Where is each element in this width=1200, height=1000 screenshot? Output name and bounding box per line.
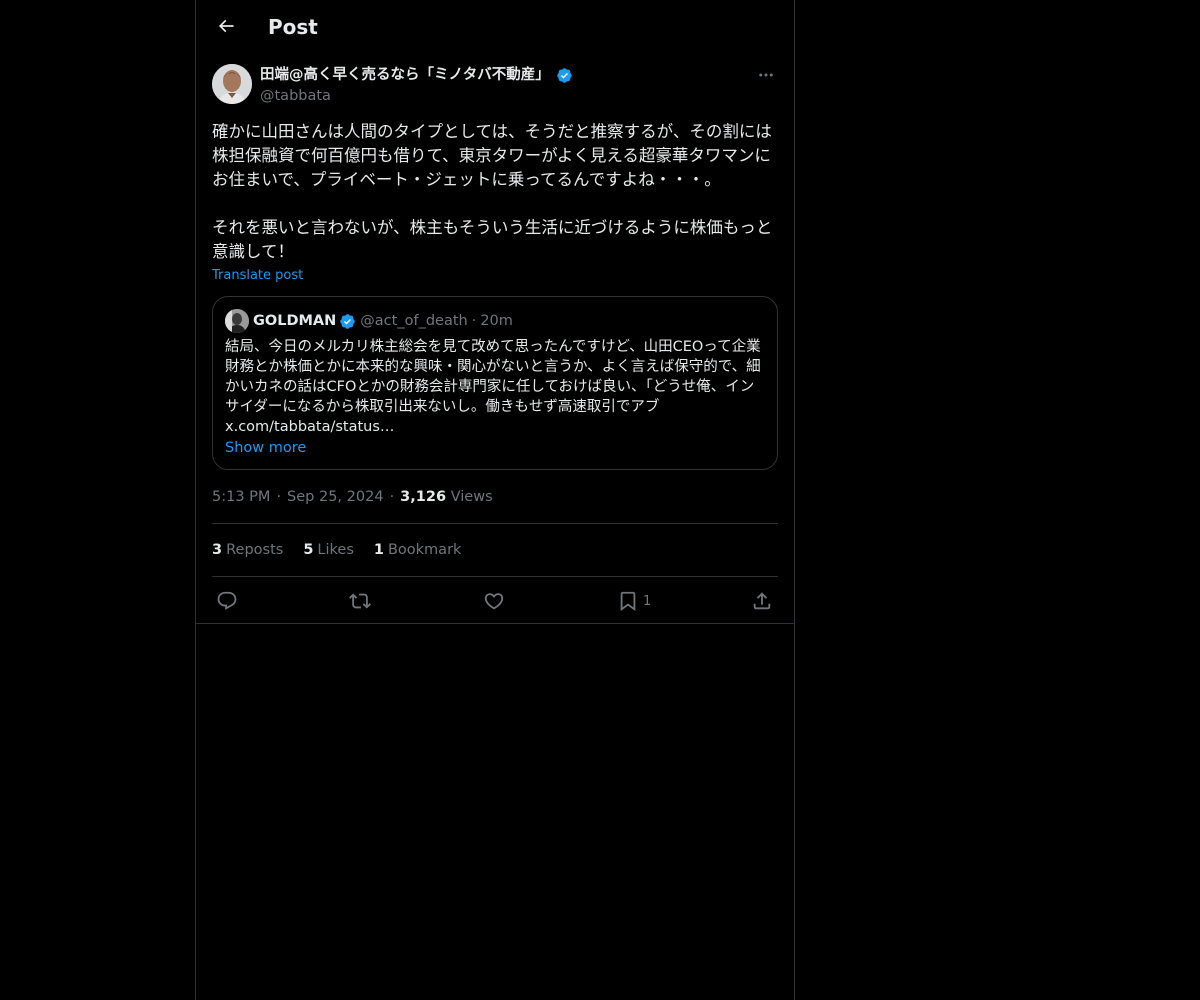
quote-separator: · [471,313,477,329]
quote-time: 20m [480,313,513,329]
avatar[interactable] [212,64,252,104]
reposts-label: Reposts [226,542,284,558]
quote-avatar [225,309,249,333]
bookmark-count: 1 [643,593,652,609]
page-title: Post [268,15,318,39]
views-label: Views [450,489,493,505]
likes-count: 5 [303,542,314,558]
divider [196,623,794,624]
bookmark-icon [620,591,636,612]
reply-button[interactable] [216,589,238,613]
like-icon [484,593,504,610]
post: 田端@高く早く売るなら「ミノタバ不動産」 @tabbata 確かに山田さんは人間… [212,64,778,624]
like-button[interactable] [483,589,505,613]
action-bar: 1 [212,577,778,624]
primary-column: Post 田端@高く早く売るなら「ミノタバ不動産」 @tabbata 確かに山田… [195,0,795,1000]
post-meta: 5:13 PM · Sep 25, 2024 · 3,126 Views [212,487,778,507]
post-time[interactable]: 5:13 PM [212,489,270,505]
post-stats: 3 Reposts 5 Likes 1 Bookmark [212,524,778,576]
author-row: 田端@高く早く売るなら「ミノタバ不動産」 @tabbata [212,64,778,108]
share-icon [753,592,771,610]
repost-button[interactable] [349,589,371,613]
back-arrow-icon [218,19,234,33]
reply-icon [217,591,237,610]
likes-stat[interactable]: 5 Likes [303,542,354,558]
more-icon [759,73,773,77]
verified-badge-icon [556,67,572,83]
likes-label: Likes [317,542,354,558]
share-button[interactable] [751,589,773,613]
quote-header: GOLDMAN @act_of_death · 20m [225,309,765,333]
author-handle[interactable]: @tabbata [260,86,331,106]
avatar-image [212,64,252,104]
author-name-text: 田端@高く早く売るなら「ミノタバ不動産」 [260,67,550,83]
quote-avatar-image [225,309,249,333]
quote-author-handle: @act_of_death [360,313,468,329]
show-more-link[interactable]: Show more [225,438,306,458]
bookmark-button[interactable]: 1 [617,589,651,613]
meta-separator: · [389,489,395,505]
more-button[interactable] [754,64,778,86]
quote-text: 結局、今日のメルカリ株主総会を見て改めて思ったんですけど、山田CEOって企業財務… [225,339,761,435]
post-date[interactable]: Sep 25, 2024 [287,489,384,505]
reposts-stat[interactable]: 3 Reposts [212,542,283,558]
post-text: 確かに山田さんは人間のタイプとしては、そうだと推察するが、その割には株担保融資で… [212,122,773,261]
verified-badge-icon [340,313,356,329]
header: Post [196,0,794,53]
meta-separator: · [276,489,282,505]
repost-icon [349,593,371,609]
reposts-count: 3 [212,542,223,558]
back-button[interactable] [208,8,244,44]
quoted-post[interactable]: GOLDMAN @act_of_death · 20m 結局、今日のメルカリ株主… [212,296,778,470]
quote-author-name: GOLDMAN [253,313,337,329]
bookmarks-stat[interactable]: 1 Bookmark [374,542,462,558]
bookmarks-count: 1 [373,542,384,558]
translate-post-link[interactable]: Translate post [212,267,303,285]
views-count: 3,126 [400,489,447,505]
author-name[interactable]: 田端@高く早く売るなら「ミノタバ不動産」 [260,65,573,85]
bookmarks-label: Bookmark [387,542,462,558]
